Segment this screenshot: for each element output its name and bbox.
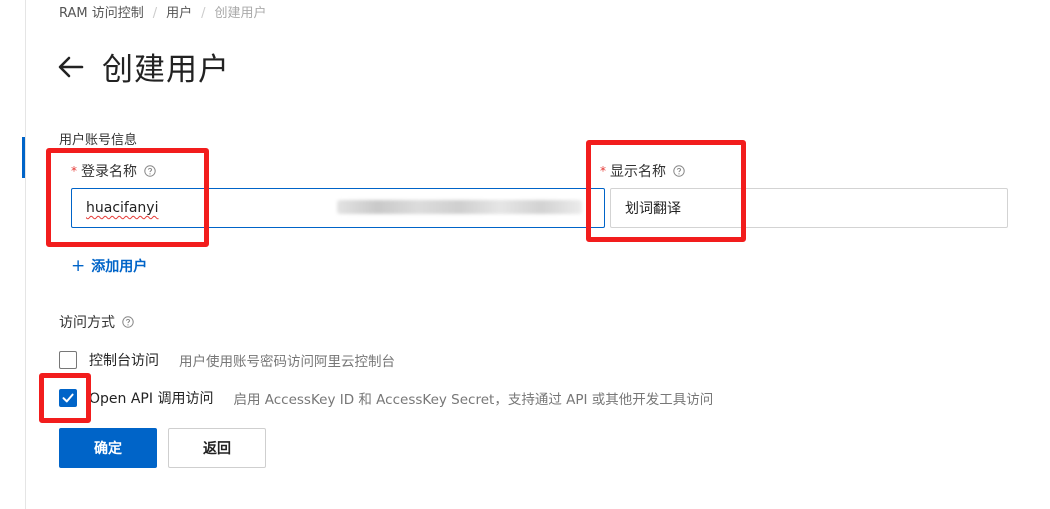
breadcrumb-item-users[interactable]: 用户 — [166, 6, 192, 21]
required-mark: * — [71, 164, 77, 178]
openapi-access-desc: 启用 AccessKey ID 和 AccessKey Secret，支持通过 … — [233, 392, 714, 408]
login-name-label-text: 登录名称 — [81, 164, 137, 180]
arrow-left-icon[interactable] — [57, 53, 85, 81]
page-header: 创建用户 — [57, 44, 230, 89]
login-name-value: huacifanyi — [86, 200, 159, 216]
access-method-label: 访问方式 — [59, 312, 134, 332]
console-access-title: 控制台访问 — [89, 353, 159, 369]
display-name-input[interactable]: 划词翻译 — [610, 188, 1008, 228]
page-title: 创建用户 — [102, 52, 230, 88]
breadcrumb-item-ram[interactable]: RAM 访问控制 — [59, 6, 144, 21]
confirm-button[interactable]: 确定 — [59, 428, 157, 468]
redacted-domain — [337, 200, 582, 214]
display-name-label-text: 显示名称 — [610, 164, 666, 180]
left-sidebar-border — [25, 0, 26, 509]
breadcrumb-separator: / — [201, 6, 206, 21]
openapi-access-title: Open API 调用访问 — [89, 391, 214, 407]
display-name-value: 划词翻译 — [625, 201, 681, 217]
console-access-option[interactable]: 控制台访问 用户使用账号密码访问阿里云控制台 — [59, 350, 395, 370]
question-circle-icon[interactable] — [144, 165, 156, 177]
breadcrumb-separator: / — [152, 6, 158, 21]
add-user-label: 添加用户 — [91, 259, 148, 275]
required-mark: * — [600, 164, 606, 178]
checkmark-icon — [62, 393, 74, 403]
sidebar-active-indicator — [22, 137, 25, 178]
display-name-label: * 显示名称 — [600, 161, 685, 181]
console-access-desc: 用户使用账号密码访问阿里云控制台 — [179, 354, 395, 370]
section-label: 用户账号信息 — [59, 133, 138, 148]
breadcrumb-item-current: 创建用户 — [214, 6, 267, 21]
console-access-checkbox[interactable] — [59, 351, 77, 369]
back-button[interactable]: 返回 — [168, 428, 266, 468]
openapi-access-option[interactable]: Open API 调用访问 启用 AccessKey ID 和 AccessKe… — [59, 388, 713, 408]
openapi-access-checkbox[interactable] — [59, 389, 77, 407]
access-method-label-text: 访问方式 — [59, 315, 115, 331]
login-name-label: * 登录名称 — [71, 161, 156, 181]
add-user-button[interactable]: + 添加用户 — [71, 256, 147, 276]
question-circle-icon[interactable] — [673, 165, 685, 177]
breadcrumb: RAM 访问控制 / 用户 / 创建用户 — [59, 2, 267, 21]
plus-icon: + — [71, 256, 86, 276]
question-circle-icon[interactable] — [122, 316, 134, 328]
